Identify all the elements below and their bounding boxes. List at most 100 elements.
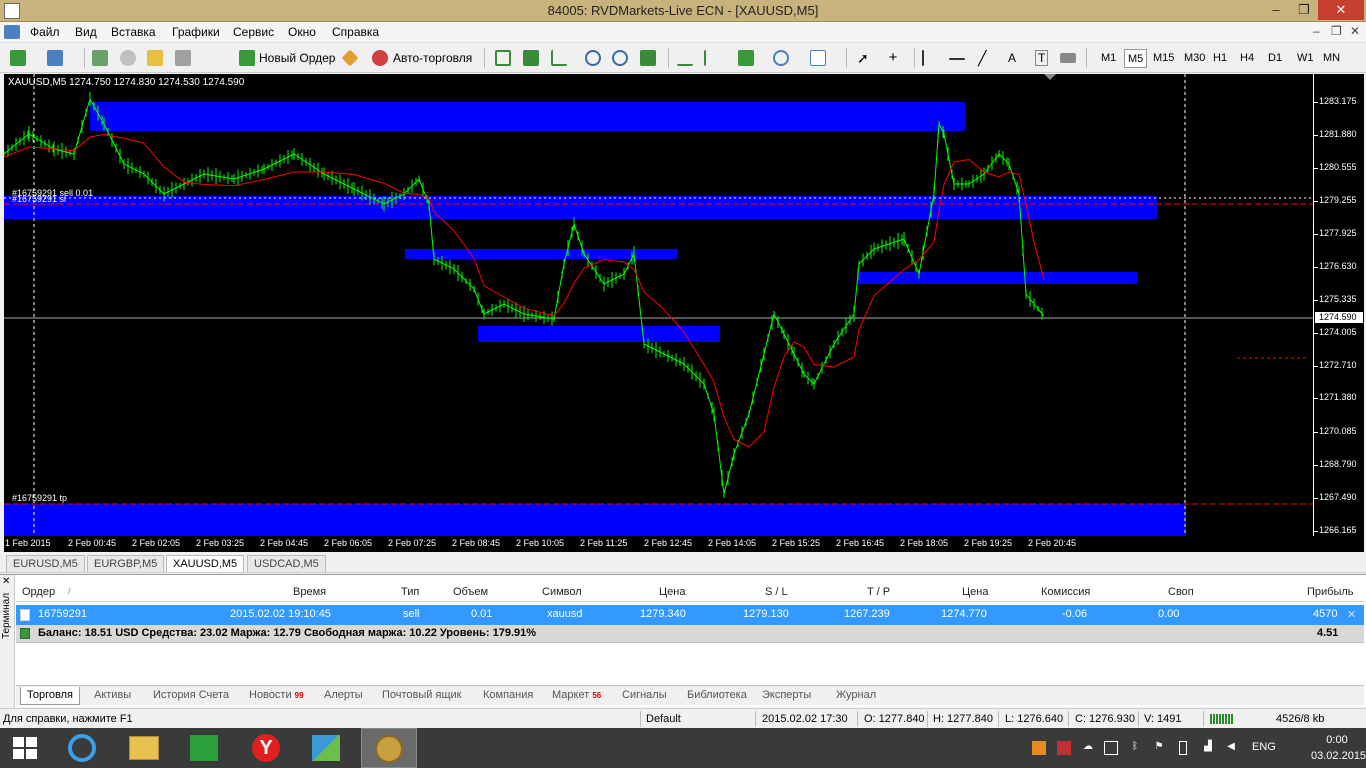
terminal-tab-experts[interactable]: Эксперты [756, 687, 817, 705]
menu-tools[interactable]: Сервис [233, 25, 274, 39]
restore-button[interactable]: ❐ [1290, 0, 1318, 20]
mdi-restore-button[interactable]: ❐ [1331, 24, 1342, 38]
order-row[interactable]: 16759291 2015.02.02 19:10:45 sell 0.01 x… [16, 605, 1364, 625]
close-button[interactable]: ✕ [1318, 0, 1364, 20]
col-tp[interactable]: T / P [867, 586, 890, 598]
timeframe-m30[interactable]: M30 [1181, 49, 1208, 68]
indicators-icon[interactable] [738, 50, 754, 66]
volume-icon[interactable]: ◀ [1224, 741, 1238, 755]
new-chart-icon[interactable] [10, 50, 26, 66]
terminal-tab-assets[interactable]: Активы [88, 687, 137, 705]
col-time[interactable]: Время [293, 586, 326, 598]
profiles-icon[interactable] [47, 50, 63, 66]
mdi-close-button[interactable]: ✕ [1350, 24, 1360, 38]
col-sl[interactable]: S / L [765, 586, 788, 598]
col-type[interactable]: Тип [401, 586, 419, 598]
taskbar-ie[interactable] [54, 728, 110, 768]
zoom-out-icon[interactable] [612, 50, 628, 66]
cursor-icon[interactable]: ➚ [857, 50, 873, 66]
timeframe-h4[interactable]: H4 [1237, 49, 1257, 68]
menu-help[interactable]: Справка [332, 25, 379, 39]
trendline-icon[interactable]: ╱ [978, 50, 994, 66]
timeframe-m15[interactable]: M15 [1150, 49, 1177, 68]
action-center-icon[interactable]: ⚑ [1152, 741, 1166, 755]
timeframe-h1[interactable]: H1 [1210, 49, 1230, 68]
chart-tab-eurusd[interactable]: EURUSD,M5 [6, 555, 85, 572]
col-current-price[interactable]: Цена [962, 586, 988, 598]
chart-shift-icon[interactable] [704, 50, 720, 66]
horizontal-line-icon[interactable] [949, 58, 965, 60]
tray-app2-icon[interactable] [1057, 741, 1071, 755]
templates-icon[interactable] [810, 50, 826, 66]
line-chart-icon[interactable] [551, 50, 567, 66]
terminal-tab-news[interactable]: Новости 99 [243, 687, 310, 705]
bar-chart-icon[interactable] [495, 50, 511, 66]
chart-tab-eurgbp[interactable]: EURGBP,M5 [87, 555, 165, 572]
new-order-button[interactable]: Новый Ордер [259, 49, 335, 67]
tester-icon[interactable] [175, 50, 191, 66]
minimize-button[interactable]: – [1262, 0, 1290, 20]
candlestick-icon[interactable] [523, 50, 539, 66]
menu-file[interactable]: Файл [30, 25, 60, 39]
menu-insert[interactable]: Вставка [111, 25, 156, 39]
terminal-icon[interactable] [147, 50, 163, 66]
terminal-tab-alerts[interactable]: Алерты [318, 687, 369, 705]
col-order[interactable]: Ордер [22, 586, 55, 598]
crosshair-icon[interactable]: + [885, 50, 901, 66]
terminal-tab-library[interactable]: Библиотека [681, 687, 753, 705]
terminal-tab-mailbox[interactable]: Почтовый ящик [376, 687, 467, 705]
terminal-tab-signals[interactable]: Сигналы [616, 687, 673, 705]
zoom-in-icon[interactable] [585, 50, 601, 66]
taskbar-app[interactable] [299, 728, 355, 768]
taskbar-metatrader[interactable] [361, 728, 417, 768]
vertical-line-icon[interactable] [922, 50, 924, 66]
navigator-icon[interactable] [120, 50, 136, 66]
terminal-tab-company[interactable]: Компания [477, 687, 539, 705]
col-price[interactable]: Цена [659, 586, 685, 598]
battery-icon[interactable] [1179, 741, 1187, 755]
terminal-tab-journal[interactable]: Журнал [830, 687, 882, 705]
col-commission[interactable]: Комиссия [1041, 586, 1090, 598]
tray-cloud-icon[interactable]: ☁ [1081, 741, 1095, 755]
col-volume[interactable]: Объем [453, 586, 488, 598]
col-profit[interactable]: Прибыль [1307, 586, 1354, 598]
terminal-tab-trade[interactable]: Торговля [20, 687, 80, 705]
arrows-tool-icon[interactable] [1060, 53, 1076, 63]
timeframe-m5[interactable]: M5 [1124, 49, 1148, 68]
col-swap[interactable]: Своп [1168, 586, 1194, 598]
text-label-tool-button[interactable]: T [1035, 50, 1049, 66]
language-indicator[interactable]: ENG [1252, 741, 1276, 753]
timeframe-mn[interactable]: MN [1320, 49, 1343, 68]
tray-app-icon[interactable] [1032, 741, 1046, 755]
menu-charts[interactable]: Графики [172, 25, 220, 39]
autoscroll-icon[interactable] [677, 50, 693, 66]
clock[interactable]: 0:00 03.02.2015 [1311, 732, 1366, 764]
bluetooth-icon[interactable]: ᛒ [1128, 741, 1142, 755]
terminal-tab-history[interactable]: История Счета [147, 687, 235, 705]
network-icon[interactable]: ▟ [1201, 741, 1215, 755]
tray-display-icon[interactable] [1104, 741, 1118, 755]
menu-view[interactable]: Вид [75, 25, 97, 39]
timeframe-m1[interactable]: M1 [1098, 49, 1119, 68]
taskbar-yandex[interactable]: Y [238, 728, 294, 768]
taskbar-store[interactable] [177, 728, 233, 768]
menu-window[interactable]: Окно [288, 25, 316, 39]
tile-windows-icon[interactable] [640, 50, 656, 66]
market-watch-icon[interactable] [92, 50, 108, 66]
periods-icon[interactable] [773, 50, 789, 66]
terminal-tab-market[interactable]: Маркет 56 [546, 687, 607, 705]
metaeditor-icon[interactable] [341, 49, 359, 67]
timeframe-w1[interactable]: W1 [1294, 49, 1317, 68]
close-order-icon[interactable]: ✕ [1347, 608, 1356, 621]
mdi-minimize-button[interactable]: – [1313, 24, 1320, 38]
order-take-profit[interactable]: 1267.239 [844, 608, 890, 620]
order-stop-loss[interactable]: 1279.130 [743, 608, 789, 620]
autotrade-button[interactable]: Авто-торговля [393, 49, 472, 67]
taskbar-explorer[interactable] [116, 728, 172, 768]
timeframe-d1[interactable]: D1 [1265, 49, 1285, 68]
chart-tab-usdcad[interactable]: USDCAD,M5 [247, 555, 326, 572]
start-button[interactable] [0, 728, 50, 768]
col-symbol[interactable]: Символ [542, 586, 582, 598]
text-tool-button[interactable]: A [1008, 49, 1016, 67]
price-chart[interactable]: XAUUSD,M5 1274.750 1274.830 1274.530 127… [4, 74, 1313, 536]
